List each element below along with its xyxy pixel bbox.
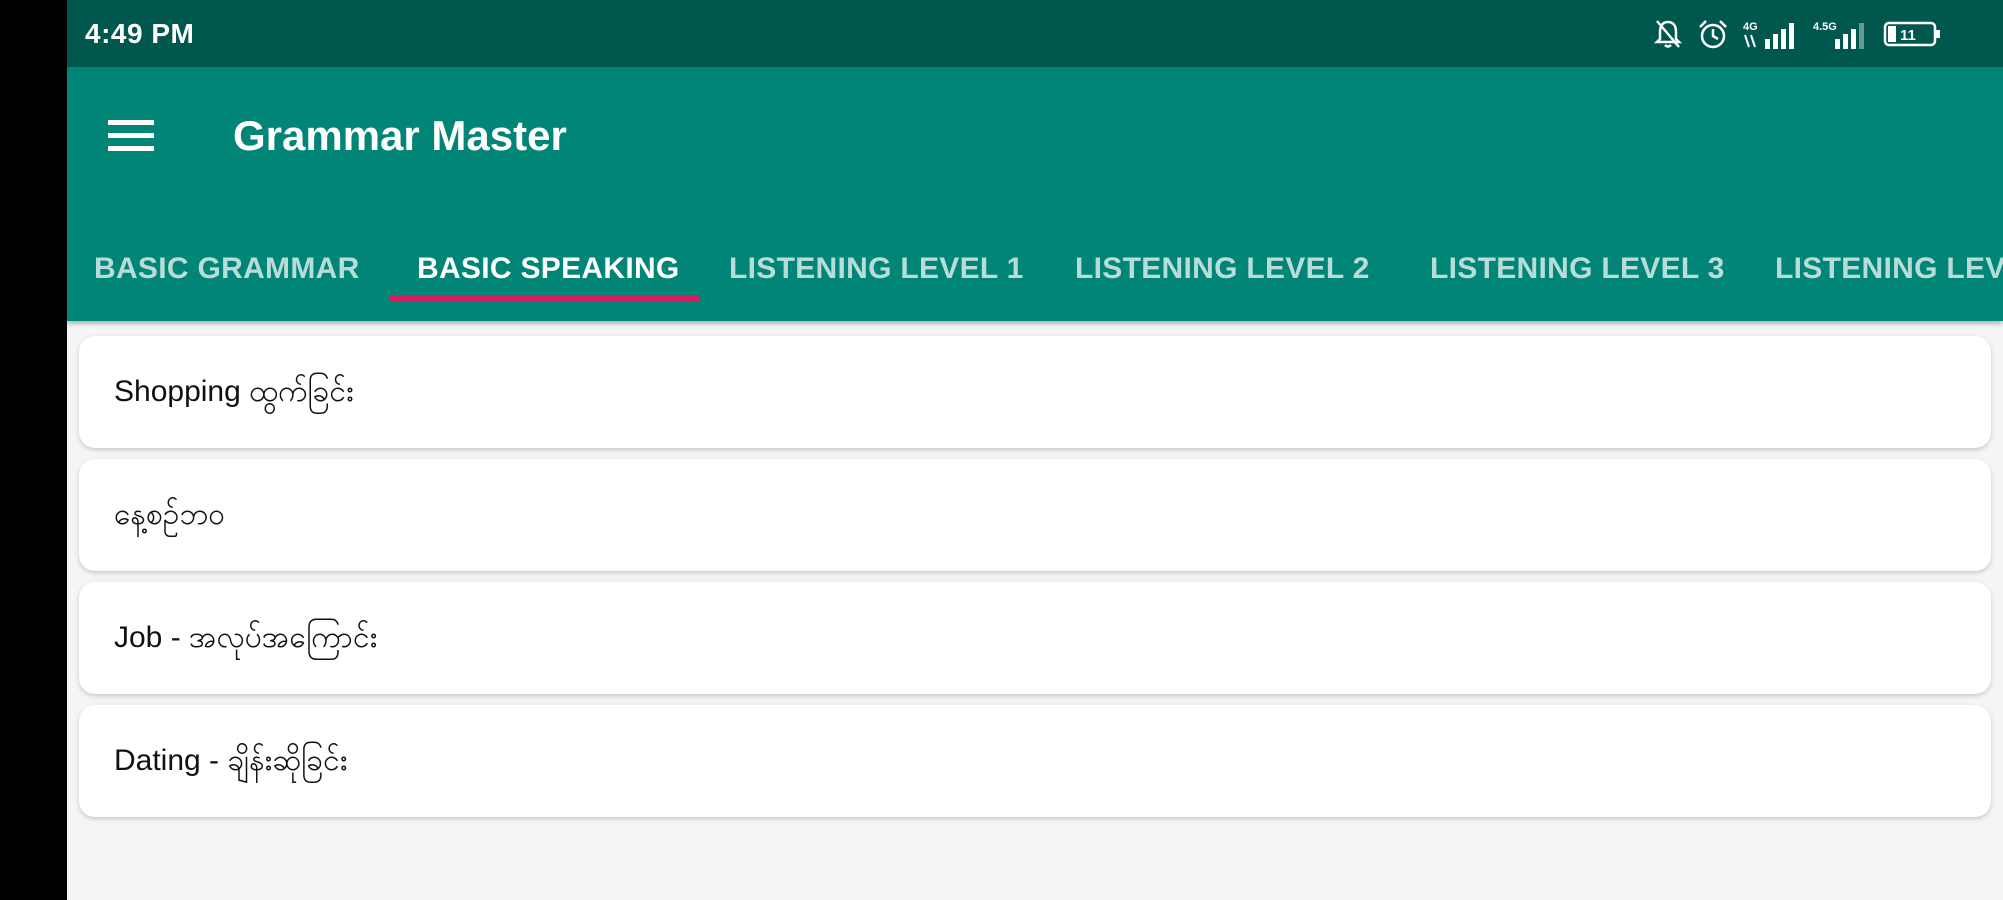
svg-text:4G: 4G [1743,21,1758,33]
status-icons: 4G 4.5G 11 [1653,14,1943,54]
battery-level: 11 [1900,27,1916,44]
tab-listening-level-2[interactable]: LISTENING LEVEL 2 [1075,217,1370,321]
status-time: 4:49 PM [85,18,195,49]
active-tab-indicator [390,296,700,302]
list-item[interactable]: Dating - ချိန်းဆိုခြင်း [79,705,1991,817]
left-black-bar [0,0,67,900]
tab-listening-level-1[interactable]: LISTENING LEVEL 1 [729,217,1024,321]
list-item-label: Job - အလုပ်အကြောင်း [114,621,378,654]
app-title: Grammar Master [233,112,567,159]
battery-icon: 11 [1883,19,1943,49]
tab-listening-level-3[interactable]: LISTENING LEVEL 3 [1430,217,1725,321]
signal-4g-icon: 4G [1743,19,1799,49]
signal-4-5g-icon: 4.5G [1813,19,1869,49]
alarm-icon [1697,18,1729,50]
tab-basic-speaking[interactable]: BASIC SPEAKING [417,217,680,321]
hamburger-menu-icon [108,118,154,157]
svg-text:4.5G: 4.5G [1813,21,1837,33]
list-item-label: Shopping ထွက်ခြင်း [114,375,354,408]
tab-listening-level-4[interactable]: LISTENING LEV [1775,217,2003,321]
list-item-label: Dating - ချိန်းဆိုခြင်း [114,744,348,777]
list-item[interactable]: Shopping ထွက်ခြင်း [79,336,1991,448]
tab-bar: BASIC GRAMMAR BASIC SPEAKING LISTENING L… [67,217,2003,321]
list-item-label: နေ့စဥ်ဘဝ [114,498,226,531]
tab-basic-grammar[interactable]: BASIC GRAMMAR [94,217,360,321]
status-bar: 4:49 PM 4G 4.5G 11 [67,0,2003,67]
menu-button[interactable] [101,107,161,167]
list-item[interactable]: Job - အလုပ်အကြောင်း [79,582,1991,694]
app-screen: 4:49 PM 4G 4.5G 11 Grammar Master BASIC … [67,0,2003,900]
app-bar: Grammar Master BASIC GRAMMAR BASIC SPEAK… [67,67,2003,321]
list-item[interactable]: နေ့စဥ်ဘဝ [79,459,1991,571]
mute-icon [1653,18,1683,50]
